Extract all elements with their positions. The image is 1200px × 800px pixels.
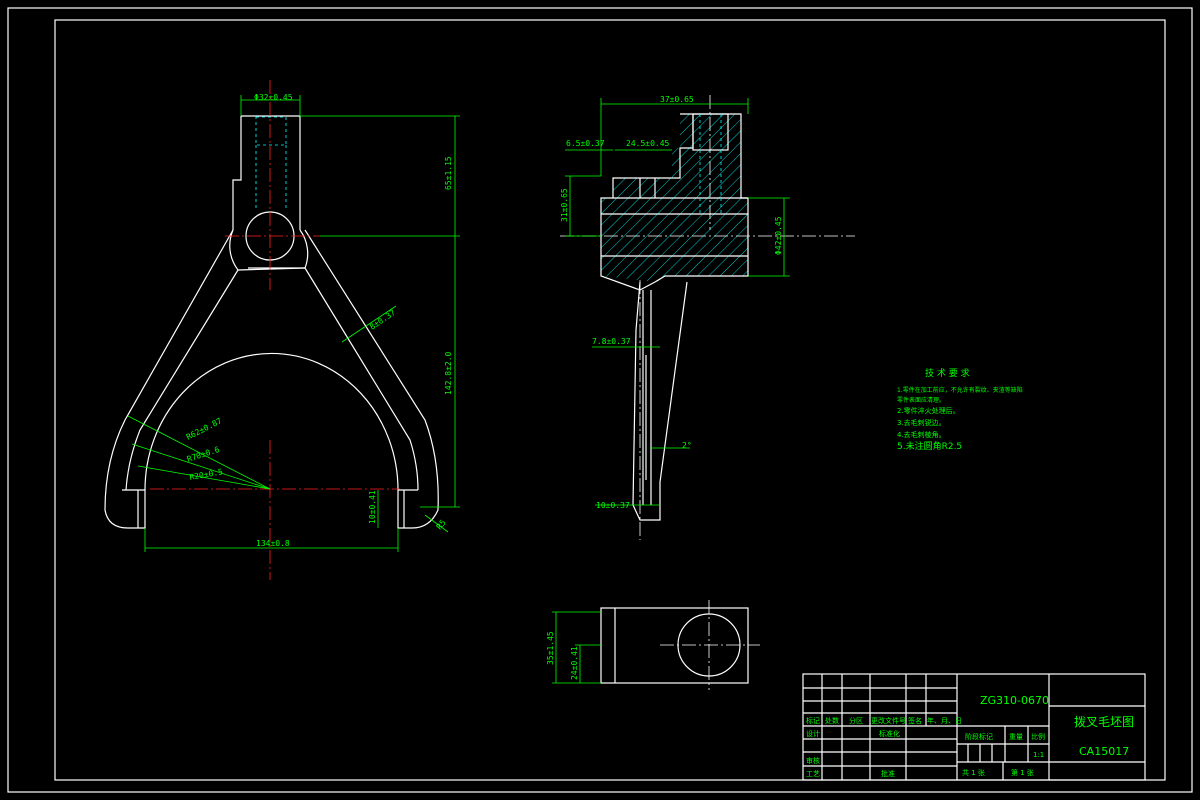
tb-design: 设计	[806, 729, 820, 738]
tb-stage-label: 阶段标记	[965, 732, 993, 741]
dim-center-lower: 142.8±2.0	[444, 351, 453, 395]
tb-sheet-total: 共 1 张	[962, 768, 985, 777]
dim-side-angle: 2°	[682, 441, 692, 450]
dim-bottom-width: 134±0.8	[256, 539, 290, 548]
dim-small-r: R5	[435, 518, 448, 531]
technical-requirements: 技 术 要 求 1.零件在加工前应，不允许有裂纹、夹渣等缺陷 零件表面应清理。 …	[897, 367, 1023, 452]
tb-header-mark: 标记	[806, 716, 820, 725]
dim-top-width: Φ32±0.45	[254, 93, 293, 102]
dim-side-slot: 24.5±0.45	[626, 139, 670, 148]
dim-r-outer: R62±0.87	[185, 416, 224, 442]
tb-header-change: 更改文件号	[871, 716, 906, 725]
tech-title: 技 术 要 求	[925, 367, 970, 379]
dim-side-web: 7.8±0.37	[592, 337, 631, 346]
dim-side-tip: 10±0.37	[596, 501, 630, 510]
bottom-view	[552, 600, 760, 690]
tb-header-date: 年、月、日	[927, 716, 962, 725]
tb-header-zone: 分区	[849, 716, 863, 725]
tech-item-2: 2.零件淬火处理后。	[897, 406, 960, 415]
front-view	[104, 80, 460, 580]
dim-foot-height: 10±0.41	[368, 490, 377, 524]
tb-process: 工艺	[806, 770, 820, 778]
tb-code: CA15017	[1079, 745, 1129, 758]
dim-bottom-inner: 24±0.41	[570, 646, 579, 680]
tb-name: 拨叉毛坯图	[1074, 715, 1134, 729]
tech-item-1: 1.零件在加工前应，不允许有裂纹、夹渣等缺陷	[897, 386, 1023, 394]
tech-item-1b: 零件表面应清理。	[897, 396, 945, 404]
dim-side-top-width: 37±0.65	[660, 95, 694, 104]
dim-arm-thickness: 8±0.37	[368, 308, 397, 332]
tech-item-3: 3.去毛刺锐边。	[897, 418, 946, 427]
dim-bottom-outer: 35±1.45	[546, 631, 555, 665]
tb-drawing-no: ZG310-0670	[980, 694, 1049, 707]
dim-center-upper: 65±1.15	[444, 156, 453, 190]
tb-weight-label: 重量	[1009, 733, 1023, 741]
tb-check: 审核	[806, 756, 820, 765]
tb-scale-label: 比例	[1031, 732, 1045, 741]
dim-side-offset: 6.5±0.37	[566, 139, 605, 148]
tech-item-5: 5.未注圆角R2.5	[897, 440, 962, 452]
tb-sheet-no: 第 1 张	[1011, 768, 1034, 777]
tb-header-count: 处数	[825, 716, 839, 725]
inner-frame	[54, 19, 1166, 781]
tech-item-4: 4.去毛刺棱角。	[897, 430, 946, 439]
tb-scale: 1:1	[1033, 751, 1044, 759]
side-view	[560, 95, 855, 540]
tb-standard: 标准化	[879, 729, 900, 738]
dim-side-bore: Φ42±0.45	[774, 216, 783, 255]
tb-approve: 批准	[881, 769, 895, 778]
dim-side-height: 31±0.65	[560, 188, 569, 222]
cad-drawing: Φ32±0.45 65±1.15 142.8±2.0 8±0.37 R62±0.…	[7, 7, 1193, 793]
tb-header-sign: 签名	[908, 716, 922, 725]
